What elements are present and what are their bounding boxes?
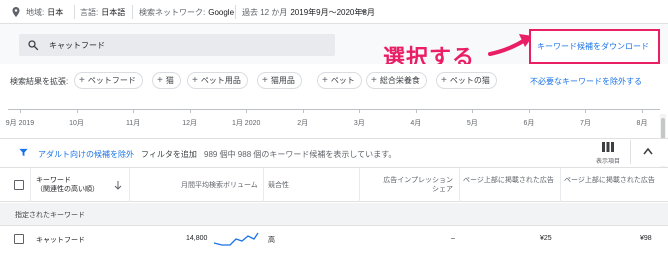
group-label: 指定されたキーワード xyxy=(15,212,85,219)
timeline-month-label: 10月 xyxy=(69,120,84,127)
plus-icon: + xyxy=(322,75,328,86)
timeline-month-label: 5月 xyxy=(466,120,478,127)
top-bid-high-header[interactable]: ページ上部に掲載された広告 xyxy=(564,176,660,185)
chip-complete-food[interactable]: + 総合栄養食 xyxy=(366,72,427,89)
impression-share-header[interactable]: 広告インプレッション シェア xyxy=(371,176,453,194)
divider xyxy=(630,140,631,164)
language-setting[interactable]: 言語: 日本語 xyxy=(80,7,125,18)
table-header: キーワード （関連性の高い順） 月間平均検索ボリューム 競合性 広告インプレッシ… xyxy=(0,167,668,202)
column-divider xyxy=(263,168,264,202)
timeline-month-label: 6月 xyxy=(523,120,535,127)
sort-down-arrow-icon[interactable] xyxy=(114,181,122,190)
divider xyxy=(132,5,133,19)
timeline-month-label: 4月 xyxy=(410,120,422,127)
row-impression-share: – xyxy=(451,235,455,242)
trend-sparkline xyxy=(213,232,259,246)
plus-icon: + xyxy=(262,75,268,86)
timeline-tick xyxy=(20,109,21,113)
timeline-month-label: 12月 xyxy=(182,120,198,127)
columns-icon[interactable] xyxy=(602,142,614,152)
plus-icon: + xyxy=(192,75,198,86)
result-count: 989 個中 988 個のキーワード候補を表示しています。 xyxy=(204,150,397,159)
timeline-month-label: 1月 2020 xyxy=(231,120,261,127)
timeline-tick xyxy=(302,109,304,113)
plus-icon: + xyxy=(79,75,85,86)
row-competition: 高 xyxy=(268,237,275,244)
dropdown-arrow-icon[interactable] xyxy=(360,8,368,16)
row-volume: 14,800 xyxy=(186,235,208,242)
download-highlight: キーワード候補をダウンロード xyxy=(529,29,660,64)
top-bid-low-header[interactable]: ページ上部に掲載された広告 xyxy=(463,176,557,185)
column-divider xyxy=(560,168,561,202)
exclude-adult-link[interactable]: アダルト向けの候補を除外 xyxy=(38,149,134,160)
column-divider xyxy=(359,168,360,202)
location-pin-icon xyxy=(12,7,20,17)
refine-keywords-row: 検索結果を拡張: + ペットフード + 猫 + ペット用品 + 猫用品 + ペット + 総合… xyxy=(0,64,668,98)
timeline-tick xyxy=(133,109,135,113)
plus-icon: + xyxy=(157,75,163,86)
keyword-group-row xyxy=(0,203,668,225)
targeting-bar: 地域: 日本 言語: 日本語 検索ネットワーク: Google 過去 12 か月 201… xyxy=(0,0,668,24)
chip-cat-supplies[interactable]: + 猫用品 xyxy=(257,72,302,89)
timeline-tick xyxy=(246,109,248,113)
keyword-header[interactable]: キーワード （関連性の高い順） xyxy=(36,176,99,194)
select-all-checkbox[interactable] xyxy=(14,180,24,190)
competition-header[interactable]: 競合性 xyxy=(268,181,289,190)
table-row[interactable]: キャットフード 14,800 高 – ¥25 ¥98 xyxy=(0,225,668,253)
filter-icon[interactable] xyxy=(18,147,29,158)
chip-pet[interactable]: + ペット xyxy=(317,72,362,89)
volume-header[interactable]: 月間平均検索ボリューム xyxy=(181,181,258,190)
search-icon xyxy=(28,40,39,51)
row-checkbox[interactable] xyxy=(14,234,24,244)
divider xyxy=(74,5,75,19)
row-bid-high: ¥98 xyxy=(640,235,652,242)
timeline-tick xyxy=(585,109,587,113)
column-divider xyxy=(129,168,130,202)
chip-pet-food[interactable]: + ペットフード xyxy=(74,72,143,89)
row-keyword: キャットフード xyxy=(36,237,85,244)
timeline-tick xyxy=(472,109,474,113)
search-query: キャットフード xyxy=(49,41,105,50)
chip-pet-cat[interactable]: + ペットの猫 xyxy=(436,72,497,89)
chip-cat[interactable]: + 猫 xyxy=(152,72,181,89)
column-divider xyxy=(459,168,460,202)
column-divider xyxy=(30,168,31,202)
row-bid-low: ¥25 xyxy=(540,235,552,242)
date-range-setting[interactable]: 過去 12 か月 2019年9月～2020年8月 xyxy=(242,7,375,18)
chip-pet-supplies[interactable]: + ペット用品 xyxy=(187,72,248,89)
timeline-tick xyxy=(189,109,191,113)
timeline-month-label: 9月 2019 xyxy=(5,120,35,127)
add-filter-button[interactable]: フィルタを追加 xyxy=(141,149,197,160)
keyword-search-input[interactable]: キャットフード xyxy=(19,34,335,56)
timeline-month-label: 8月 xyxy=(636,120,648,127)
exclude-keywords-link[interactable]: 不必要なキーワードを除外する xyxy=(530,76,642,87)
date-timeline[interactable]: 9月 2019 10月 11月 12月 1月 2020 2月 3月 4月 5月 6月 7月 8月 xyxy=(0,98,668,130)
timeline-tick xyxy=(359,109,361,113)
columns-label: 表示項目 xyxy=(596,159,621,165)
timeline-month-label: 7月 xyxy=(580,120,591,127)
download-keywords-link[interactable]: キーワード候補をダウンロード xyxy=(537,41,649,52)
timeline-axis xyxy=(8,109,660,110)
chevron-up-icon[interactable] xyxy=(643,147,653,155)
plus-icon: + xyxy=(441,75,447,86)
timeline-tick xyxy=(76,109,78,113)
network-setting[interactable]: 検索ネットワーク: Google xyxy=(139,7,234,18)
timeline-tick xyxy=(415,109,417,113)
location-setting[interactable]: 地域: 日本 xyxy=(26,7,63,18)
expand-label: 検索結果を拡張: xyxy=(10,77,69,86)
timeline-month-label: 2月 xyxy=(297,120,309,127)
timeline-tick xyxy=(528,109,530,113)
timeline-month-label: 11月 xyxy=(125,120,141,127)
plus-icon: + xyxy=(371,75,377,86)
divider xyxy=(235,5,236,19)
timeline-month-label: 3月 xyxy=(353,120,365,127)
timeline-tick xyxy=(642,109,643,113)
